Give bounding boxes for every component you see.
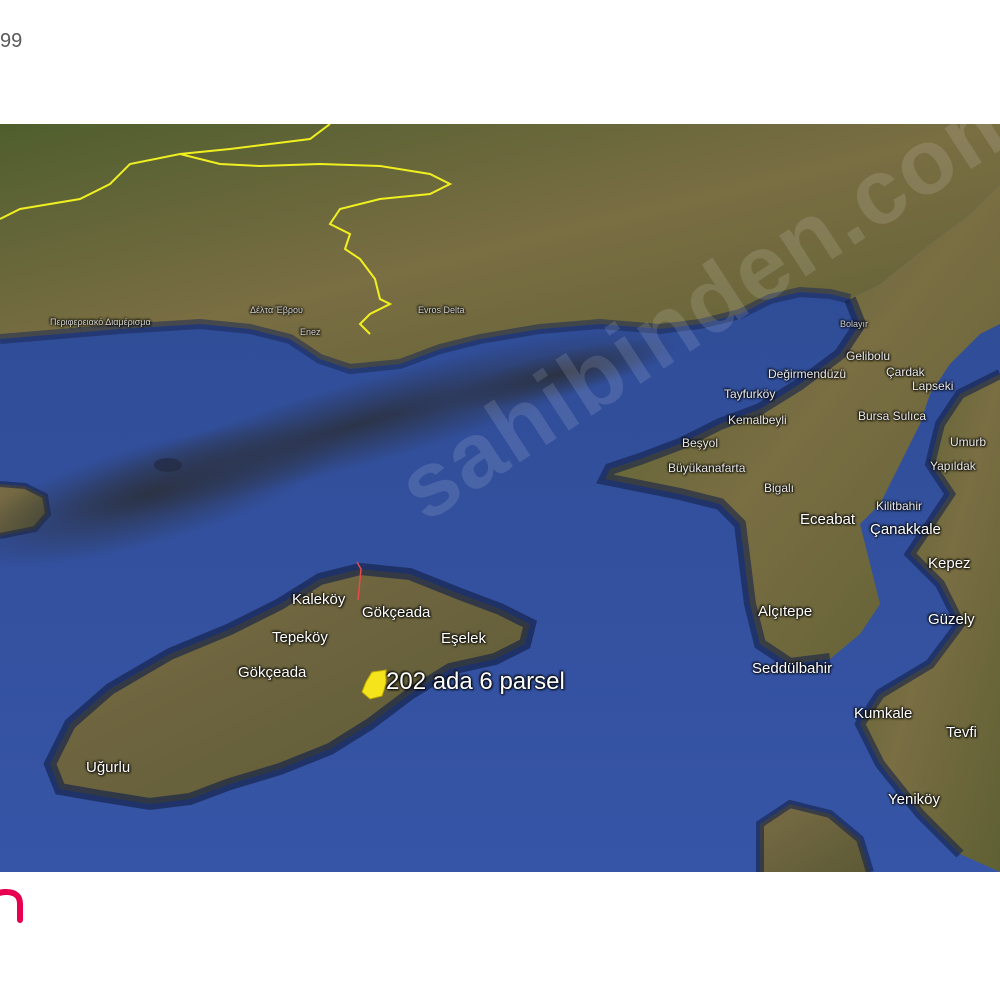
label-besyol: Beşyol: [682, 436, 719, 450]
listing-number: 99: [0, 30, 23, 52]
label-guzelyali: Güzely: [928, 611, 975, 628]
label-yenikoy: Yeniköy: [888, 791, 940, 808]
label-alcitepe: Alçıtepe: [758, 603, 813, 620]
label-tevfikiye: Tevfi: [946, 724, 977, 741]
label-tayfurkoy: Tayfurköy: [724, 387, 776, 401]
label-enez: Enez: [300, 327, 321, 337]
label-umurbey: Umurb: [950, 435, 987, 449]
label-kepez: Kepez: [928, 555, 971, 572]
label-kalekoy: Kaleköy: [292, 591, 346, 608]
label-gokceada-island: Gökçeada: [238, 664, 307, 681]
brand-logo: [0, 880, 30, 930]
label-gokceada-town: Gökçeada: [362, 604, 431, 621]
label-lapseki: Lapseki: [912, 379, 954, 393]
label-bolayir: Bolayır: [840, 319, 869, 329]
label-eselek: Eşelek: [441, 630, 487, 647]
label-eceabat: Eceabat: [800, 511, 856, 528]
label-buyukanafarta: Büyükanafarta: [668, 461, 746, 475]
satellite-map[interactable]: Kaleköy Gökçeada Tepeköy Eşelek Gökçeada…: [0, 124, 1000, 872]
label-yapildak: Yapıldak: [930, 459, 976, 473]
label-bursasulica: Bursa Sulıca: [858, 409, 927, 423]
label-canakkale: Çanakkale: [870, 521, 941, 538]
label-tepekoy: Tepeköy: [272, 629, 328, 646]
label-kilitbahir: Kilitbahir: [876, 499, 923, 513]
label-kemalbeyli: Kemalbeyli: [728, 413, 787, 427]
label-saros-coast: Περιφερειακό Διαμέρισμα: [50, 317, 151, 327]
label-vakos: Δέλτα Έβρου: [250, 305, 303, 315]
label-kumkale: Kumkale: [854, 705, 913, 722]
label-ugurlu: Uğurlu: [86, 759, 131, 776]
label-cardak: Çardak: [886, 365, 925, 379]
map-terrain: [0, 124, 1000, 872]
parcel-label: 202 ada 6 parsel: [386, 668, 565, 695]
label-gelibolu: Gelibolu: [846, 349, 891, 363]
label-seddulbahir: Seddülbahir: [752, 660, 833, 677]
label-bigali: Bigalı: [764, 481, 795, 495]
label-degirmenduzu: Değirmendüzü: [768, 367, 847, 381]
label-evros-delta: Evros Delta: [418, 305, 465, 315]
